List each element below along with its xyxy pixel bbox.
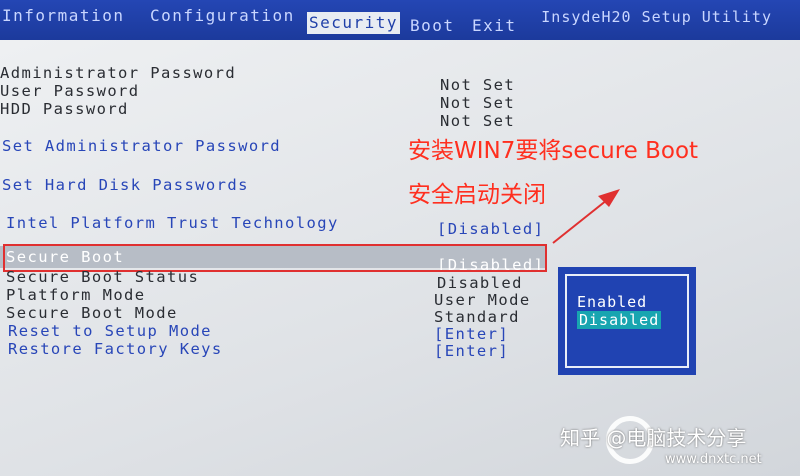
option-disabled[interactable]: Disabled <box>577 311 662 329</box>
secure-boot-options-popup: Enabled Disabled <box>558 267 696 375</box>
watermark-url: www.dnxtc.net <box>665 452 762 467</box>
watermark-text: 知乎 @电脑技术分享 <box>560 426 747 450</box>
popup-border: Enabled Disabled <box>565 274 689 368</box>
option-enabled[interactable]: Enabled <box>577 293 647 311</box>
annotation-arrow <box>552 189 620 244</box>
